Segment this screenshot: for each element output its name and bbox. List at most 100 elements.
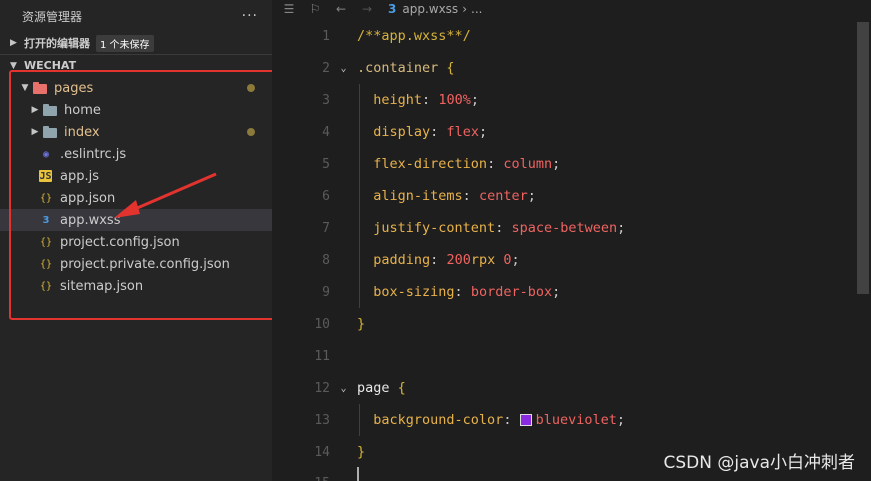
line-number: 14 [314,444,330,460]
code-value: 0 [503,252,512,268]
line-number: 8 [322,252,330,268]
bookmark-icon[interactable]: ⚐ [306,2,324,16]
code-property: padding [373,252,431,268]
line-number: 9 [322,284,330,300]
code-property: box-sizing [373,284,455,300]
tree-item-label: app.wxss [60,212,121,228]
code-lines[interactable]: 1 /**app.wxss**/ 2 ⌄ .container { 3 heigh… [272,20,855,481]
line-number: 1 [322,28,330,44]
folder-icon [42,102,58,118]
code-value: column [503,156,553,172]
tree-item-pages[interactable]: ▼ pages [0,77,272,99]
code-line: 1 /**app.wxss**/ [272,20,855,52]
code-unit: rpx [470,252,496,268]
tree-item-app-wxss[interactable]: 3 app.wxss [0,209,272,231]
line-number: 13 [314,412,330,428]
forward-arrow-icon[interactable]: → [358,2,376,16]
code-line: 4 display: flex; [272,116,855,148]
code-selector: page [357,380,390,396]
code-line: 5 flex-direction: column; [272,148,855,180]
line-number: 5 [322,156,330,172]
line-number: 6 [322,188,330,204]
back-arrow-icon[interactable]: ← [332,2,350,16]
tree-item-app-js[interactable]: JS app.js [0,165,272,187]
chevron-right-icon: › [462,2,467,16]
code-property: flex-direction [373,156,488,172]
file-tree: ▼ pages ▶ home ▶ index ◉ .eslintrc.js JS… [0,77,272,297]
code-line: 12 ⌄ page { [272,372,855,404]
code-line: 7 justify-content: space-between; [272,212,855,244]
tree-item-label: app.json [60,190,116,206]
workspace-label: WECHAT [24,59,77,72]
color-swatch[interactable] [519,414,532,426]
folder-pages-icon [32,80,48,96]
json-file-icon: {} [39,258,53,270]
explorer-sidebar: 资源管理器 ··· ▶ 打开的编辑器 1 个未保存 ▼ WECHAT ▼ pag… [0,0,272,481]
code-property: height [373,92,423,108]
modified-dot-icon [247,84,255,92]
json-file-icon: {} [39,280,53,292]
line-number: 10 [314,316,330,332]
list-icon[interactable]: ☰ [280,2,298,16]
code-selector: .container [357,60,439,76]
code-line: 9 box-sizing: border-box; [272,276,855,308]
workspace-section[interactable]: ▼ WECHAT [0,54,272,76]
json-file-icon: {} [39,236,53,248]
breadcrumb-file[interactable]: app.wxss [402,2,458,16]
tree-item-project-config[interactable]: {} project.config.json [0,231,272,253]
watermark: CSDN @java小白冲刺者 [663,453,856,473]
code-line: 13 background-color: blueviolet; [272,404,855,436]
code-editor[interactable]: ☰ ⚐ ← → 3 app.wxss › ... 1 /**app.wxss**… [272,0,871,481]
css-file-icon: 3 [42,214,50,226]
tree-item-label: project.private.config.json [60,256,230,272]
code-line: 11 [272,340,855,372]
css-file-icon: 3 [388,2,397,16]
open-editors-section[interactable]: ▶ 打开的编辑器 1 个未保存 [0,32,272,54]
tree-item-label: .eslintrc.js [60,146,127,162]
line-number: 2 [322,60,330,76]
line-number: 15 [272,476,330,481]
unsaved-badge: 1 个未保存 [96,34,154,52]
code-value: center [478,188,528,204]
tree-item-label: home [64,102,101,118]
code-line: 10 } [272,308,855,340]
tree-item-app-json[interactable]: {} app.json [0,187,272,209]
chevron-right-icon: ▶ [31,105,39,115]
folder-icon [42,124,58,140]
breadcrumb-more[interactable]: ... [471,2,482,16]
fold-chevron-icon[interactable]: ⌄ [330,63,357,74]
code-brace: } [357,444,366,460]
fold-chevron-icon[interactable]: ⌄ [330,383,357,394]
vertical-scrollbar[interactable] [855,18,871,481]
json-file-icon: {} [39,192,53,204]
tree-item-label: project.config.json [60,234,180,250]
tree-item-label: index [64,124,100,140]
code-value: blueviolet [535,412,617,428]
code-line: 8 padding: 200 rpx 0; [272,244,855,276]
code-value: space-between [511,220,618,236]
line-number: 11 [314,348,330,364]
line-number: 4 [322,124,330,140]
text-cursor [357,467,359,481]
explorer-title: 资源管理器 [22,9,83,24]
line-number: 3 [322,92,330,108]
tree-item-label: pages [54,80,94,96]
code-line: 3 height: 100%; [272,84,855,116]
scrollbar-thumb[interactable] [857,22,869,294]
code-value: 200 [446,252,471,268]
chevron-down-icon: ▼ [10,60,17,71]
tree-item-project-private-config[interactable]: {} project.private.config.json [0,253,272,275]
tree-item-sitemap[interactable]: {} sitemap.json [0,275,272,297]
chevron-right-icon: ▶ [31,127,39,137]
code-value: border-box [470,284,553,300]
line-number: 7 [322,220,330,236]
more-actions-icon[interactable]: ··· [242,8,258,24]
tree-item-home[interactable]: ▶ home [0,99,272,121]
tree-item-eslintrc[interactable]: ◉ .eslintrc.js [0,143,272,165]
code-brace: { [446,60,455,76]
eslint-icon: ◉ [42,148,50,160]
chevron-down-icon: ▼ [21,83,29,93]
tree-item-label: sitemap.json [60,278,144,294]
code-property: display [373,124,431,140]
tree-item-index[interactable]: ▶ index [0,121,272,143]
